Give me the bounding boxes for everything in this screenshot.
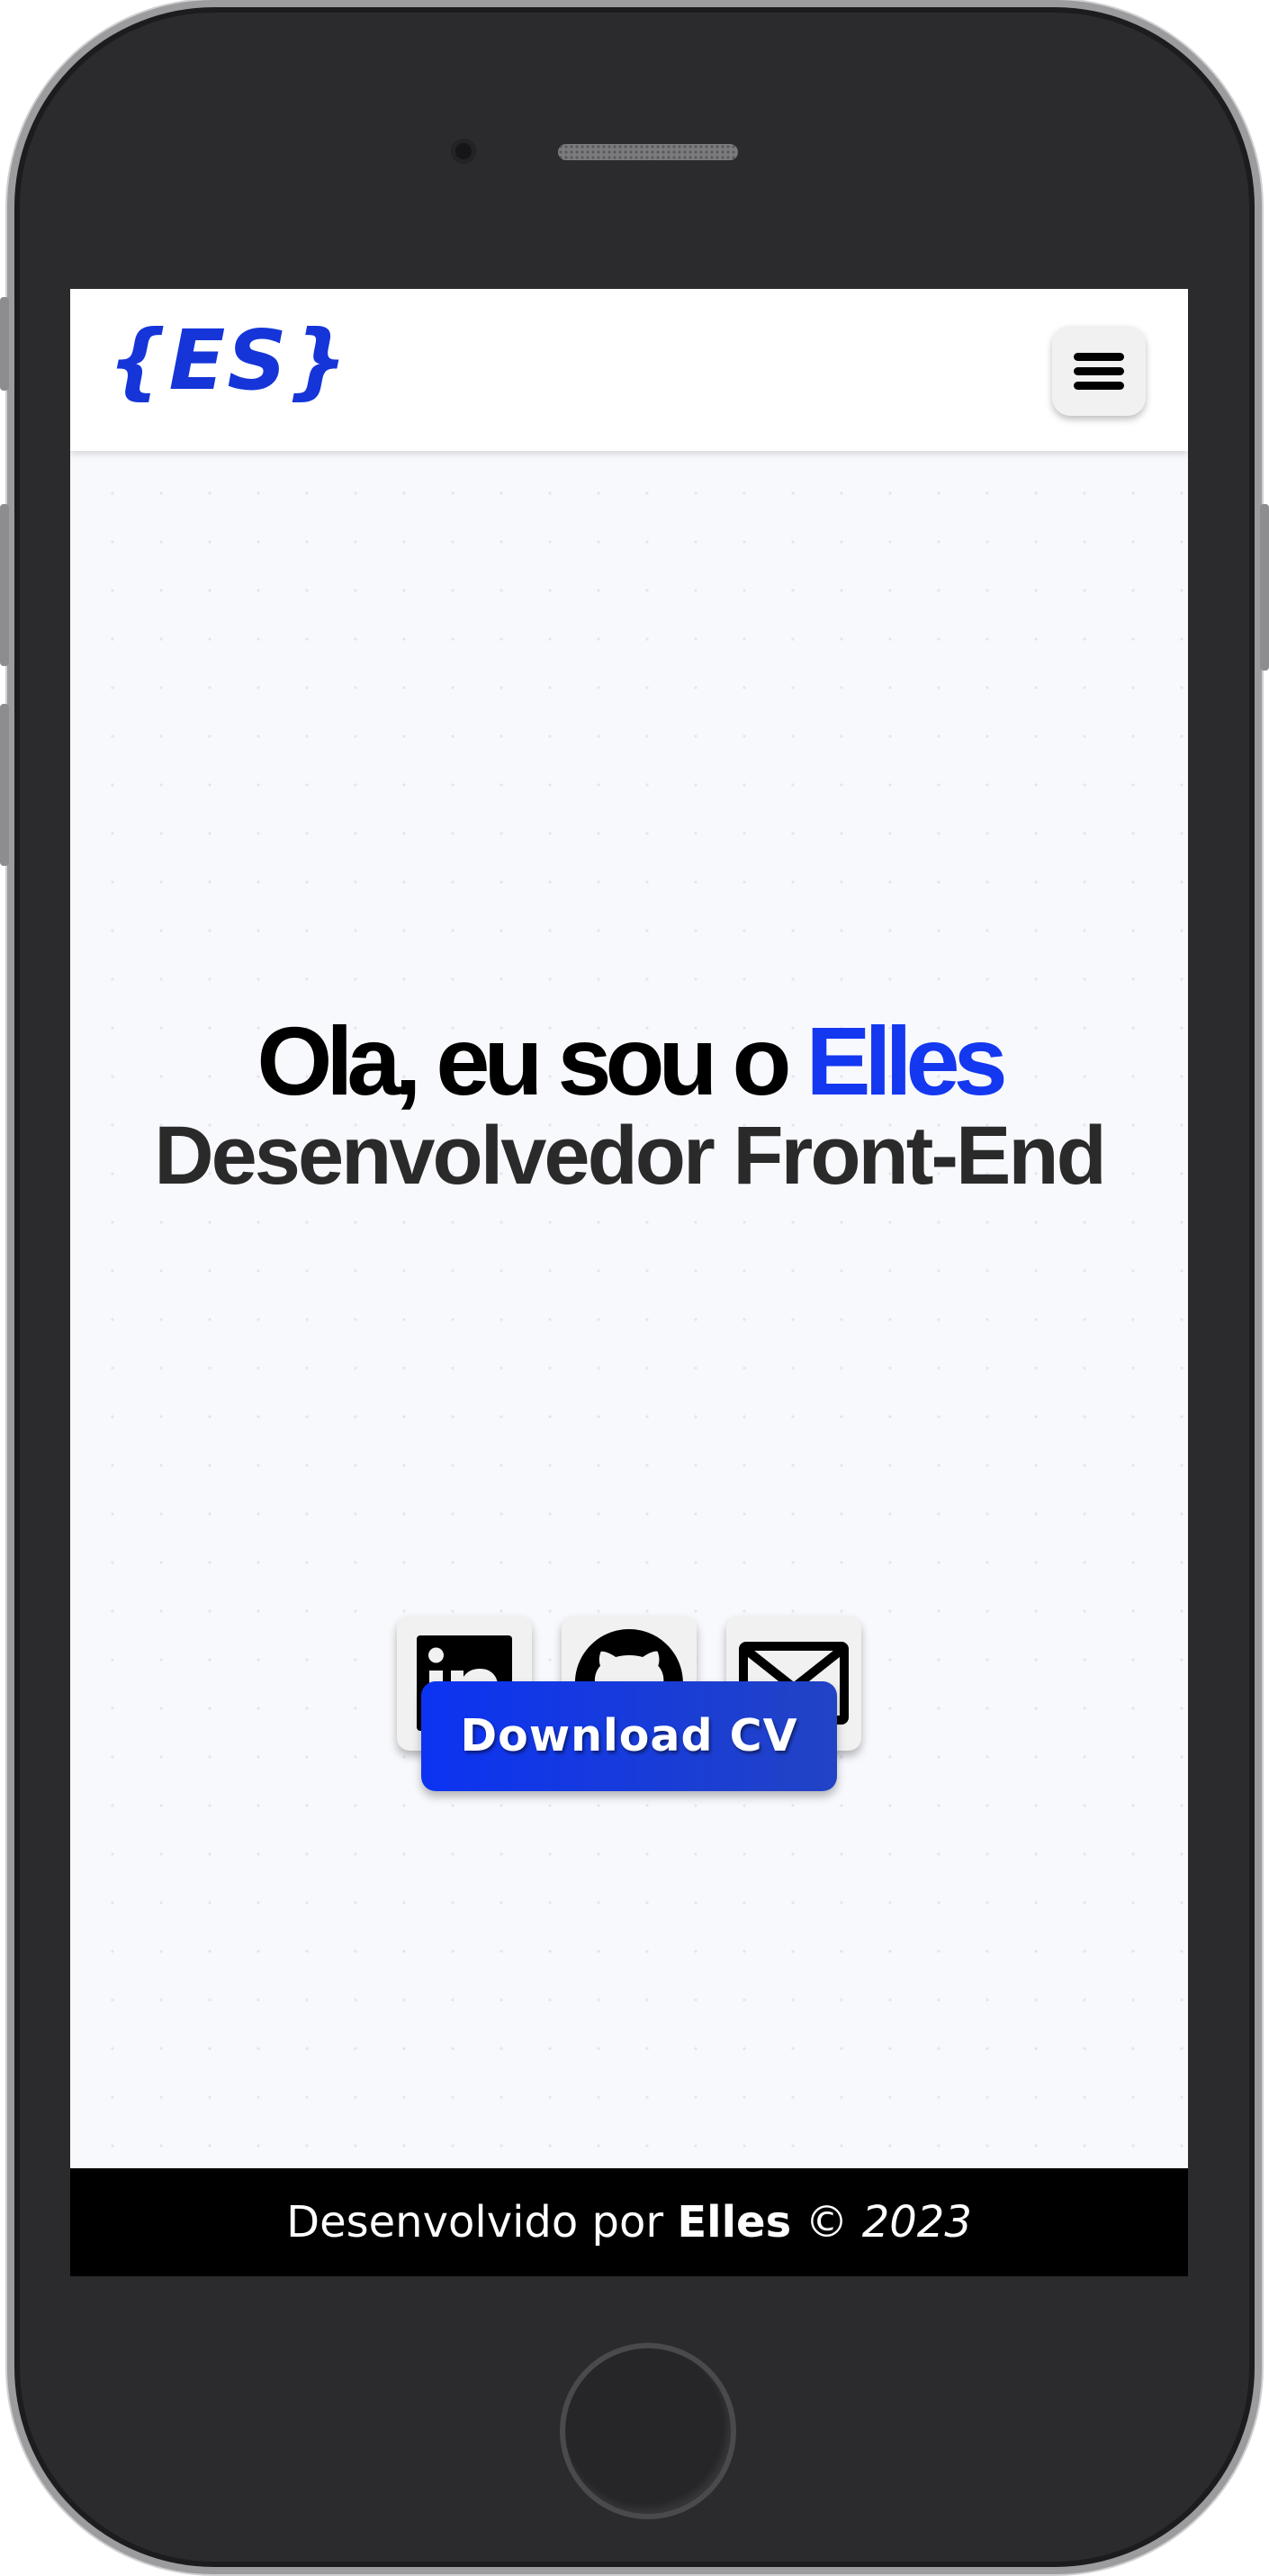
site-logo[interactable]: {ES} [108, 320, 349, 402]
home-button[interactable] [560, 2343, 736, 2519]
front-camera [451, 139, 476, 164]
phone-screen: {ES} Ola, eu sou o Elles Desenvolvedor F… [70, 289, 1188, 2276]
menu-button[interactable] [1052, 326, 1146, 416]
volume-up-button [0, 504, 9, 666]
greeting-prefix: Ola, eu sou o [256, 1006, 791, 1115]
navbar: {ES} [70, 289, 1188, 451]
footer: Desenvolvido por Elles © 2023 [70, 2168, 1188, 2276]
hero-section: Ola, eu sou o Elles Desenvolvedor Front-… [70, 451, 1188, 2168]
footer-prefix: Desenvolvido por [286, 2197, 664, 2247]
footer-year: 2023 [861, 2197, 972, 2247]
hero-role: Desenvolvedor Front-End [154, 1110, 1107, 1202]
mute-switch [0, 297, 9, 391]
footer-copyright-symbol: © [805, 2197, 849, 2247]
hero-name: Elles [806, 1006, 1007, 1115]
power-button [1260, 504, 1269, 671]
footer-author: Elles [677, 2197, 792, 2247]
volume-down-button [0, 704, 9, 866]
earpiece-speaker [558, 144, 738, 160]
download-cv-button[interactable]: Download CV [421, 1681, 837, 1791]
